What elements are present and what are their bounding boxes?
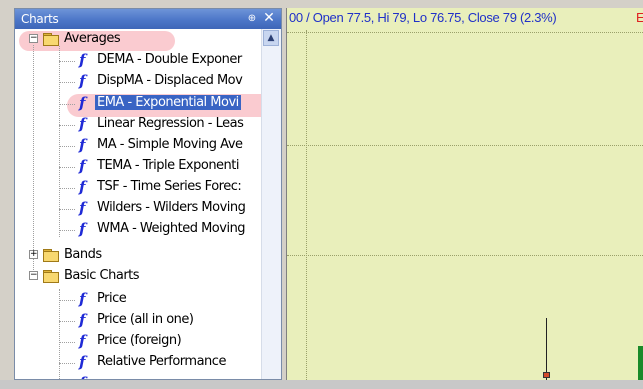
tree-item-relative-performance[interactable]: f Relative Performance [15,352,263,373]
tree-item-label: TEMA - Triple Exponenti [97,158,240,173]
tree-item-label-selected: EMA - Exponential Movi [95,95,241,110]
tree-item-wilders[interactable]: f Wilders - Wilders Moving [15,198,263,219]
chart-gridline [287,255,643,256]
function-icon: f [79,220,85,238]
folder-icon [43,33,59,46]
application-window: Charts ⊕ ✕ − Averages f DEMA - Double Ex… [0,0,643,389]
chart-gridline [287,32,643,33]
folder-icon [43,270,59,283]
collapse-icon[interactable]: − [29,34,38,43]
tree-scrollbar[interactable]: ▲ [261,29,281,379]
tree-item-dema[interactable]: f DEMA - Double Exponer [15,50,263,71]
function-icon: f [79,353,85,371]
function-icon: f [79,290,85,308]
tree-item-label: TSF - Time Series Forec: [97,179,242,194]
expand-icon[interactable]: + [29,250,38,259]
indicator-tree: − Averages f DEMA - Double Exponer f Dis… [15,29,263,379]
collapse-icon[interactable]: − [29,271,38,280]
tree-item-tema[interactable]: f TEMA - Triple Exponenti [15,156,263,177]
tree-item-label: Price [97,291,127,306]
function-icon: f [79,178,85,196]
tree-item-ma[interactable]: f MA - Simple Moving Ave [15,135,263,156]
charts-panel: Charts ⊕ ✕ − Averages f DEMA - Double Ex… [14,8,282,380]
close-icon[interactable]: ✕ [261,10,277,27]
panel-title: Charts [21,12,59,26]
tree-item-tsf[interactable]: f TSF - Time Series Forec: [15,177,263,198]
tree-item-label: DEMA - Double Exponer [97,52,242,67]
function-icon: f [79,374,91,379]
function-icon: f [79,136,85,154]
function-icon: f [79,51,85,69]
tree-group-bands[interactable]: + Bands [15,245,263,266]
tree-item-price-all-in-one[interactable]: f Price (all in one) [15,310,263,331]
tree-item-label: Price (all in one) [97,312,194,327]
tree-item-label: Wilders - Wilders Moving [97,200,246,215]
function-icon: f [79,311,85,329]
chart-info-text: 00 / Open 77.5, Hi 79, Lo 76.75, Close 7… [289,10,557,25]
tree-item-price-foreign[interactable]: f Price (foreign) [15,331,263,352]
function-icon: f [79,199,85,217]
pin-icon[interactable]: ⊕ [245,11,259,26]
price-chart[interactable]: 00 / Open 77.5, Hi 79, Lo 76.75, Close 7… [286,8,643,380]
tree-item-price[interactable]: f Price [15,289,263,310]
tree-group-label: Basic Charts [64,268,140,283]
chart-gridline [306,30,307,380]
candle-wick [546,318,547,380]
tree-group-averages[interactable]: − Averages [15,29,263,50]
tree-item-label: MA - Simple Moving Ave [97,137,243,152]
scroll-up-icon[interactable]: ▲ [263,30,279,46]
tree-item-label: Relative Performance [97,354,226,369]
status-strip [0,380,643,389]
chart-info-tail: E [636,10,643,25]
tree-item-wma[interactable]: f WMA - Weighted Moving [15,219,263,240]
volume-bar [638,346,643,380]
function-icon: f [79,94,85,112]
tree-group-label: Bands [64,247,102,262]
tree-item-partial[interactable]: f [15,373,263,379]
folder-icon [43,249,59,262]
panel-header: Charts ⊕ ✕ [15,9,281,29]
chart-gridline [287,145,643,146]
function-icon: f [79,157,85,175]
tree-item-label: DispMA - Displaced Mov [97,73,243,88]
function-icon: f [79,72,85,90]
function-icon: f [79,332,85,350]
tree-group-label: Averages [64,31,121,46]
tree-item-label: Price (foreign) [97,333,182,348]
tree-item-label: Linear Regression - Leas [97,116,244,131]
tree-item-linear-regression[interactable]: f Linear Regression - Leas [15,114,263,135]
tree-item-label: WMA - Weighted Moving [97,221,246,236]
tree-group-basic-charts[interactable]: − Basic Charts [15,266,263,287]
candle-body [543,372,550,378]
function-icon: f [79,115,85,133]
tree-item-dispma[interactable]: f DispMA - Displaced Mov [15,71,263,92]
tree-item-ema[interactable]: f EMA - Exponential Movi [15,93,263,114]
